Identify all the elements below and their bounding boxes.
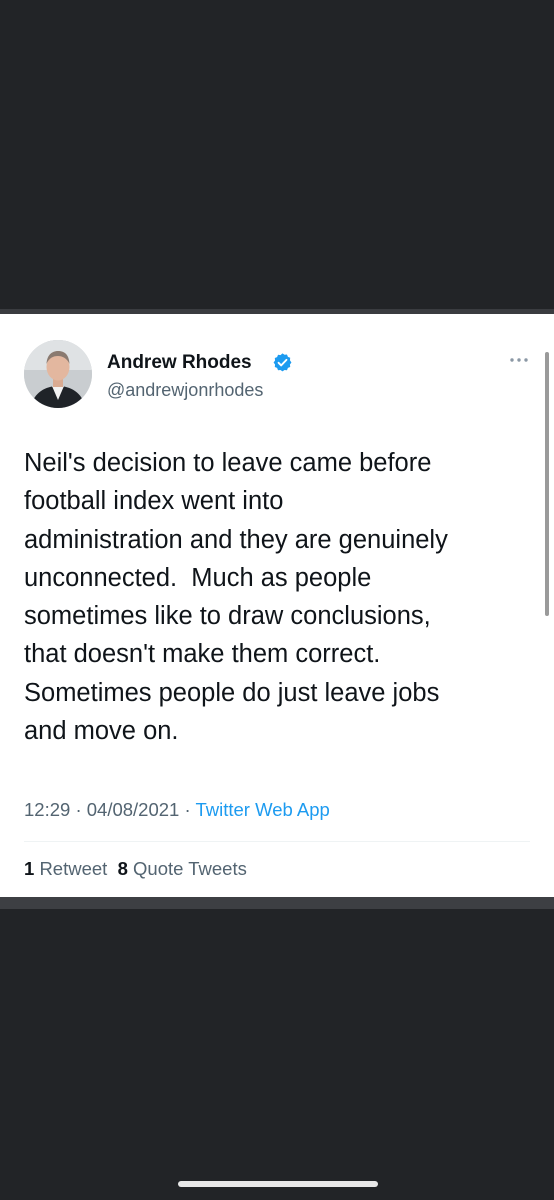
quote-tweets-link[interactable]: 8 Quote Tweets	[118, 858, 247, 879]
tweet-date[interactable]: 04/08/2021	[87, 799, 180, 820]
retweet-count: 1	[24, 858, 35, 879]
meta-separator: ·	[75, 799, 82, 820]
verified-badge-icon	[273, 353, 292, 372]
tweet-source-link[interactable]: Twitter Web App	[195, 799, 329, 820]
avatar[interactable]	[24, 340, 92, 408]
retweets-link[interactable]: 1 Retweet	[24, 858, 107, 879]
retweet-label: Retweet	[39, 858, 108, 879]
tweet-stats: 1 Retweet 8 Quote Tweets	[24, 858, 247, 880]
stats-divider	[24, 841, 530, 842]
quote-label: Quote Tweets	[133, 858, 247, 879]
meta-separator: ·	[184, 799, 191, 820]
home-indicator[interactable]	[178, 1181, 378, 1187]
author-name[interactable]: Andrew Rhodes	[107, 352, 252, 374]
tweet-meta: 12:29 · 04/08/2021 · Twitter Web App	[24, 799, 330, 821]
tweet-text: Neil's decision to leave came before foo…	[24, 449, 448, 746]
avatar-photo-icon	[24, 340, 92, 408]
more-options-icon[interactable]	[508, 354, 530, 366]
screen: Andrew Rhodes @andrewjonrhodes Neil's de…	[0, 0, 554, 1200]
scrollbar[interactable]	[545, 352, 549, 616]
bottom-divider	[0, 897, 554, 909]
author-handle[interactable]: @andrewjonrhodes	[107, 380, 263, 401]
quote-count: 8	[117, 858, 128, 879]
tweet-time[interactable]: 12:29	[24, 799, 70, 820]
